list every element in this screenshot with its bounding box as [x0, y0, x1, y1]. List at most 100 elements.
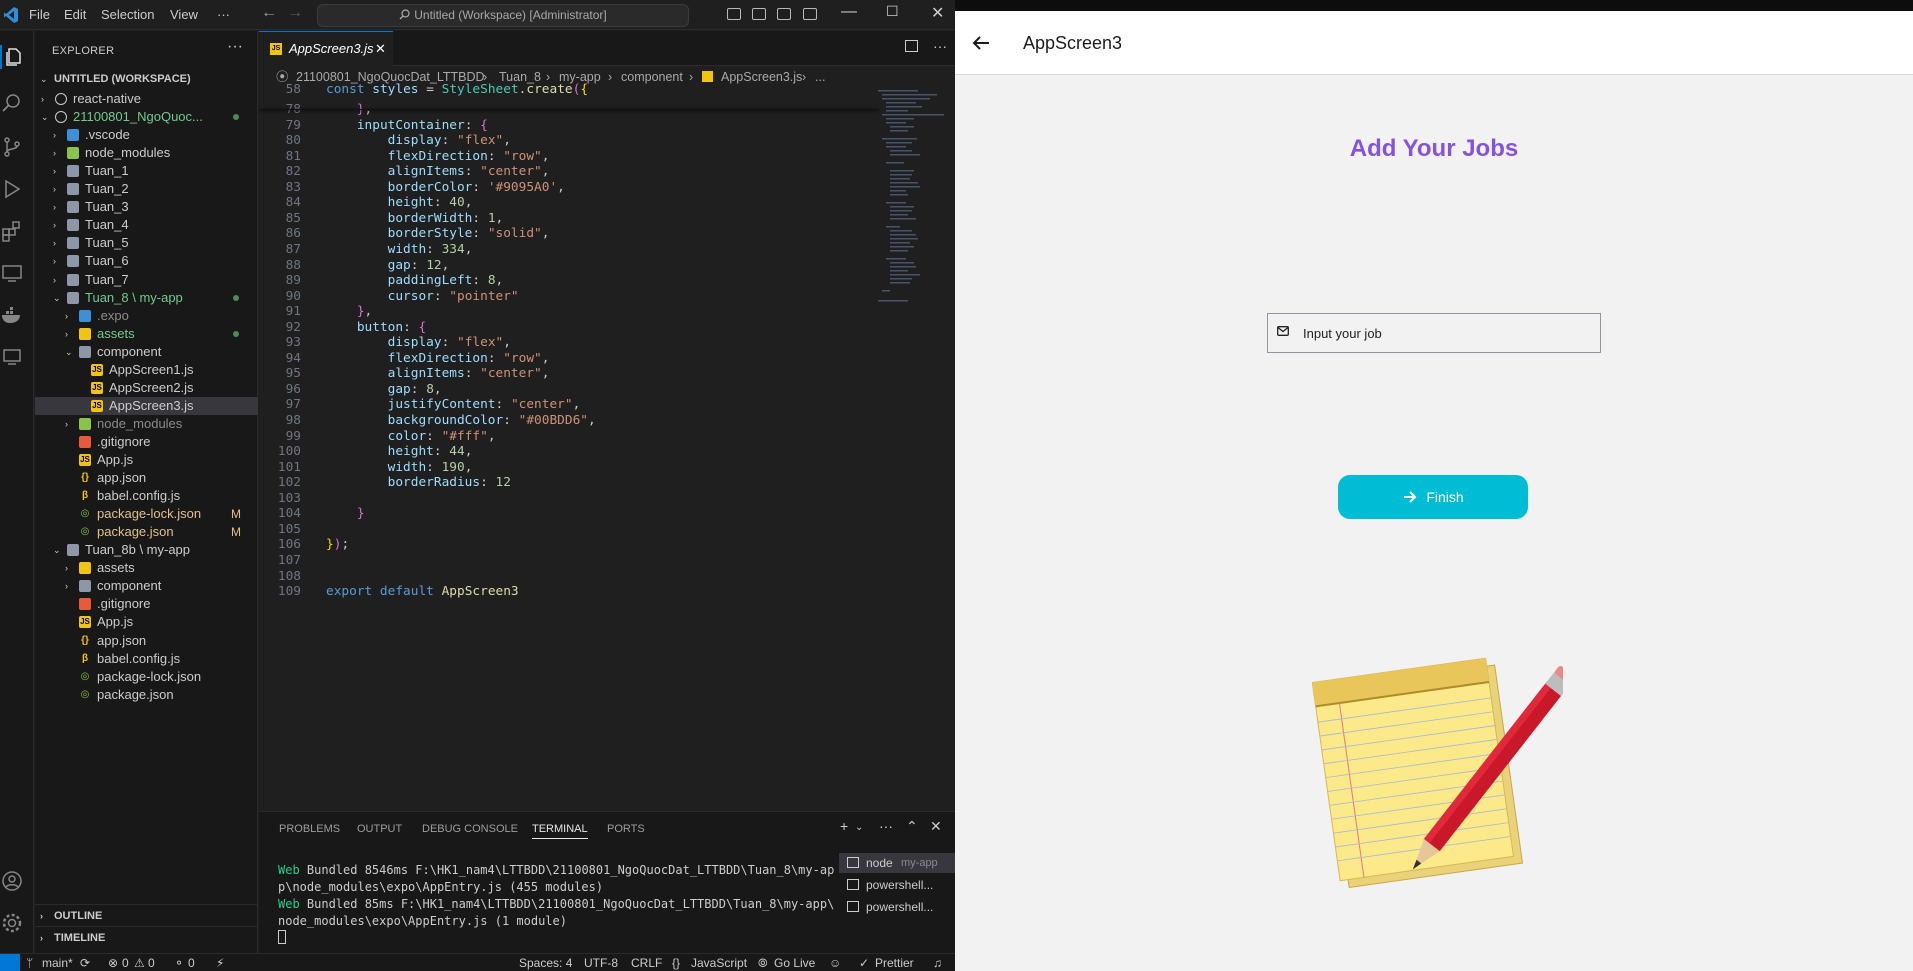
tree-item[interactable]: JS AppScreen1.js	[35, 361, 258, 379]
tree-item[interactable]: › assets	[35, 325, 258, 343]
menu-more[interactable]: ···	[217, 7, 230, 22]
prettier-status[interactable]: Prettier	[875, 954, 914, 971]
golive-button[interactable]: Go Live	[774, 954, 815, 971]
testing-icon[interactable]	[0, 345, 24, 369]
menu-edit[interactable]: Edit	[64, 7, 86, 22]
timeline-section[interactable]: › TIMELINE	[35, 926, 258, 948]
maximize-icon[interactable]: ☐	[886, 3, 899, 20]
tree-item[interactable]: › component	[35, 577, 258, 595]
customize-layout-icon[interactable]	[803, 8, 817, 20]
tree-item[interactable]: ⌄ component	[35, 343, 258, 361]
docker-icon[interactable]	[0, 303, 24, 327]
tree-item[interactable]: › Tuan_6	[35, 252, 258, 270]
tree-item[interactable]: › Tuan_1	[35, 162, 258, 180]
explorer-icon[interactable]	[0, 45, 24, 69]
tree-item[interactable]: › Tuan_7	[35, 271, 258, 289]
toggle-panel-icon[interactable]	[752, 8, 766, 20]
editor-more-icon[interactable]: ···	[933, 38, 947, 54]
language-status[interactable]: JavaScript	[691, 954, 747, 971]
new-terminal-icon[interactable]: +	[840, 818, 848, 834]
menu-selection[interactable]: Selection	[101, 7, 154, 22]
terminal-list-item[interactable]: node my-app	[839, 853, 955, 873]
job-input-container[interactable]	[1267, 313, 1601, 353]
copilot-icon[interactable]: ☺	[829, 954, 841, 971]
error-count[interactable]: 0	[122, 954, 129, 971]
panel-more-icon[interactable]: ···	[879, 818, 893, 834]
remote-indicator-icon[interactable]	[0, 954, 20, 971]
tree-item[interactable]: ⌄ Tuan_8b \ my-app	[35, 541, 258, 559]
toggle-sidebar-icon[interactable]	[727, 8, 741, 20]
tab-close-icon[interactable]: ✕	[375, 32, 386, 65]
tree-item[interactable]: ⌄ 21100801_NgoQuoc...	[35, 108, 258, 126]
run-debug-icon[interactable]	[0, 177, 24, 201]
explorer-more-icon[interactable]: ···	[227, 38, 243, 56]
extensions-icon[interactable]	[0, 219, 24, 243]
panel-tab-problems[interactable]: PROBLEMS	[279, 823, 340, 835]
panel-tab-terminal[interactable]: TERMINAL	[532, 823, 588, 839]
tree-item[interactable]: JS App.js	[35, 613, 258, 631]
terminal-output[interactable]: Web Bundled 8546ms F:\HK1_nam4\LTTBDD\21…	[278, 862, 838, 944]
branch-status[interactable]: main*	[42, 954, 73, 971]
menu-file[interactable]: File	[29, 7, 50, 22]
tree-item[interactable]: ◎ package-lock.json M	[35, 505, 258, 523]
panel-tab-ports[interactable]: PORTS	[607, 823, 645, 835]
tree-item[interactable]: ◎ package.json M	[35, 523, 258, 541]
warning-count[interactable]: 0	[148, 954, 155, 971]
nav-back-icon[interactable]: ←	[261, 4, 277, 22]
status-misc-icon[interactable]: ⚡	[216, 954, 224, 971]
finish-button[interactable]: Finish	[1338, 475, 1528, 519]
remote-explorer-icon[interactable]	[0, 261, 24, 285]
outline-section[interactable]: › OUTLINE	[35, 904, 258, 926]
terminal-list-item[interactable]: powershell...	[839, 875, 955, 895]
tree-item[interactable]: › assets	[35, 559, 258, 577]
tree-item[interactable]: › .vscode	[35, 126, 258, 144]
ports-count[interactable]: 0	[188, 954, 195, 971]
back-arrow-icon[interactable]	[969, 31, 993, 55]
command-center[interactable]: Untitled (Workspace) [Administrator]	[317, 4, 689, 27]
tree-item[interactable]: › .expo	[35, 307, 258, 325]
toggle-secondary-sidebar-icon[interactable]	[777, 8, 791, 20]
search-view-icon[interactable]	[0, 91, 24, 115]
tab-appscreen3[interactable]: JS AppScreen3.js ✕	[259, 31, 393, 66]
tree-item[interactable]: ◎ package.json	[35, 686, 258, 704]
minimap[interactable]	[876, 88, 951, 318]
tree-item[interactable]: β babel.config.js	[35, 650, 258, 668]
maximize-panel-icon[interactable]: ⌃	[906, 818, 918, 835]
terminal-list-item[interactable]: powershell...	[839, 897, 955, 917]
tree-item[interactable]: › node_modules	[35, 415, 258, 433]
tree-item[interactable]: ◎ package-lock.json	[35, 668, 258, 686]
encoding-status[interactable]: UTF-8	[584, 954, 618, 971]
tree-item[interactable]: ⌄ Tuan_8 \ my-app	[35, 289, 258, 307]
minimize-icon[interactable]: —	[841, 3, 857, 21]
close-panel-icon[interactable]: ✕	[930, 818, 942, 835]
tree-item[interactable]: JS App.js	[35, 451, 258, 469]
tree-item[interactable]: JS AppScreen3.js	[35, 396, 258, 415]
job-input[interactable]	[1303, 314, 1593, 352]
tree-item[interactable]: .gitignore	[35, 595, 258, 613]
tree-item[interactable]: .gitignore	[35, 433, 258, 451]
workspace-header[interactable]: ⌄ UNTITLED (WORKSPACE)	[35, 68, 258, 90]
tree-item[interactable]: › react-native	[35, 90, 258, 108]
source-control-icon[interactable]	[0, 135, 24, 159]
tree-item[interactable]: › node_modules	[35, 144, 258, 162]
menu-view[interactable]: View	[170, 7, 198, 22]
account-icon[interactable]	[0, 869, 24, 893]
tree-item[interactable]: › Tuan_5	[35, 234, 258, 252]
settings-gear-icon[interactable]	[0, 911, 24, 935]
notifications-bell-icon[interactable]: ♫	[933, 954, 942, 971]
tree-item[interactable]: {} app.json	[35, 469, 258, 487]
nav-forward-icon[interactable]: →	[287, 4, 303, 22]
indent-status[interactable]: Spaces: 4	[519, 954, 572, 971]
close-window-icon[interactable]: ✕	[931, 3, 944, 23]
panel-tab-debug-console[interactable]: DEBUG CONSOLE	[422, 823, 518, 835]
tree-item[interactable]: JS AppScreen2.js	[35, 379, 258, 397]
eol-status[interactable]: CRLF	[631, 954, 662, 971]
panel-tab-output[interactable]: OUTPUT	[357, 823, 402, 835]
split-editor-icon[interactable]	[905, 40, 918, 52]
tree-item[interactable]: › Tuan_2	[35, 180, 258, 198]
tree-item[interactable]: › Tuan_4	[35, 216, 258, 234]
tree-item[interactable]: › Tuan_3	[35, 198, 258, 216]
sync-icon[interactable]: ⟳	[80, 954, 90, 971]
tree-item[interactable]: {} app.json	[35, 632, 258, 650]
chevron-down-icon[interactable]: ⌄	[855, 822, 863, 833]
